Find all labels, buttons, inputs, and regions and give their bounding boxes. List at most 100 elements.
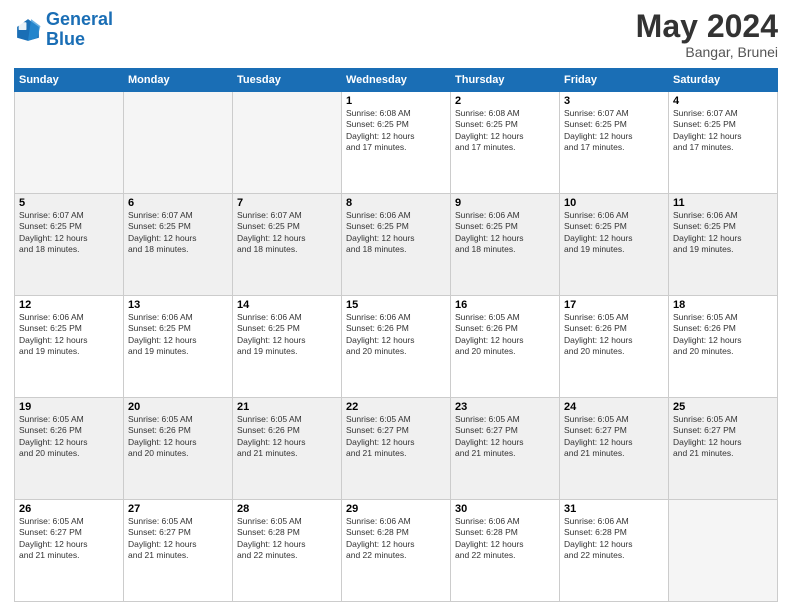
calendar-cell: 3Sunrise: 6:07 AM Sunset: 6:25 PM Daylig…	[560, 92, 669, 194]
day-number: 14	[237, 299, 337, 311]
day-info: Sunrise: 6:06 AM Sunset: 6:26 PM Dayligh…	[346, 312, 446, 358]
day-info: Sunrise: 6:06 AM Sunset: 6:28 PM Dayligh…	[564, 516, 664, 562]
day-number: 27	[128, 503, 228, 515]
day-info: Sunrise: 6:05 AM Sunset: 6:26 PM Dayligh…	[564, 312, 664, 358]
calendar-cell: 7Sunrise: 6:07 AM Sunset: 6:25 PM Daylig…	[233, 194, 342, 296]
day-number: 6	[128, 197, 228, 209]
day-info: Sunrise: 6:05 AM Sunset: 6:26 PM Dayligh…	[237, 414, 337, 460]
day-number: 1	[346, 95, 446, 107]
day-info: Sunrise: 6:06 AM Sunset: 6:28 PM Dayligh…	[455, 516, 555, 562]
day-number: 21	[237, 401, 337, 413]
calendar-cell: 13Sunrise: 6:06 AM Sunset: 6:25 PM Dayli…	[124, 296, 233, 398]
day-number: 7	[237, 197, 337, 209]
calendar-cell: 19Sunrise: 6:05 AM Sunset: 6:26 PM Dayli…	[15, 398, 124, 500]
calendar-cell: 11Sunrise: 6:06 AM Sunset: 6:25 PM Dayli…	[669, 194, 778, 296]
calendar-cell	[233, 92, 342, 194]
calendar-header-wednesday: Wednesday	[342, 69, 451, 92]
calendar-cell	[15, 92, 124, 194]
calendar-header-thursday: Thursday	[451, 69, 560, 92]
day-info: Sunrise: 6:05 AM Sunset: 6:27 PM Dayligh…	[673, 414, 773, 460]
day-info: Sunrise: 6:06 AM Sunset: 6:25 PM Dayligh…	[346, 210, 446, 256]
day-info: Sunrise: 6:06 AM Sunset: 6:25 PM Dayligh…	[128, 312, 228, 358]
day-number: 19	[19, 401, 119, 413]
calendar-cell: 2Sunrise: 6:08 AM Sunset: 6:25 PM Daylig…	[451, 92, 560, 194]
day-info: Sunrise: 6:05 AM Sunset: 6:26 PM Dayligh…	[673, 312, 773, 358]
calendar-cell: 5Sunrise: 6:07 AM Sunset: 6:25 PM Daylig…	[15, 194, 124, 296]
calendar-cell: 8Sunrise: 6:06 AM Sunset: 6:25 PM Daylig…	[342, 194, 451, 296]
day-info: Sunrise: 6:07 AM Sunset: 6:25 PM Dayligh…	[237, 210, 337, 256]
calendar-cell	[669, 500, 778, 602]
page: General Blue May 2024 Bangar, Brunei Sun…	[0, 0, 792, 612]
calendar-week-row: 26Sunrise: 6:05 AM Sunset: 6:27 PM Dayli…	[15, 500, 778, 602]
day-number: 26	[19, 503, 119, 515]
logo: General Blue	[14, 10, 113, 50]
calendar-cell: 4Sunrise: 6:07 AM Sunset: 6:25 PM Daylig…	[669, 92, 778, 194]
day-info: Sunrise: 6:05 AM Sunset: 6:27 PM Dayligh…	[19, 516, 119, 562]
calendar-cell: 28Sunrise: 6:05 AM Sunset: 6:28 PM Dayli…	[233, 500, 342, 602]
header: General Blue May 2024 Bangar, Brunei	[14, 10, 778, 60]
day-number: 9	[455, 197, 555, 209]
day-info: Sunrise: 6:06 AM Sunset: 6:25 PM Dayligh…	[564, 210, 664, 256]
day-info: Sunrise: 6:05 AM Sunset: 6:27 PM Dayligh…	[128, 516, 228, 562]
logo-text: General Blue	[46, 10, 113, 50]
day-info: Sunrise: 6:05 AM Sunset: 6:28 PM Dayligh…	[237, 516, 337, 562]
day-number: 18	[673, 299, 773, 311]
calendar-cell: 9Sunrise: 6:06 AM Sunset: 6:25 PM Daylig…	[451, 194, 560, 296]
day-info: Sunrise: 6:06 AM Sunset: 6:25 PM Dayligh…	[19, 312, 119, 358]
day-info: Sunrise: 6:06 AM Sunset: 6:28 PM Dayligh…	[346, 516, 446, 562]
calendar-cell: 29Sunrise: 6:06 AM Sunset: 6:28 PM Dayli…	[342, 500, 451, 602]
day-number: 28	[237, 503, 337, 515]
logo-icon	[14, 16, 42, 44]
calendar-table: SundayMondayTuesdayWednesdayThursdayFrid…	[14, 68, 778, 602]
day-number: 22	[346, 401, 446, 413]
day-info: Sunrise: 6:07 AM Sunset: 6:25 PM Dayligh…	[128, 210, 228, 256]
calendar-cell: 30Sunrise: 6:06 AM Sunset: 6:28 PM Dayli…	[451, 500, 560, 602]
day-info: Sunrise: 6:06 AM Sunset: 6:25 PM Dayligh…	[455, 210, 555, 256]
calendar-cell: 12Sunrise: 6:06 AM Sunset: 6:25 PM Dayli…	[15, 296, 124, 398]
calendar-cell: 20Sunrise: 6:05 AM Sunset: 6:26 PM Dayli…	[124, 398, 233, 500]
day-number: 11	[673, 197, 773, 209]
day-number: 23	[455, 401, 555, 413]
day-number: 29	[346, 503, 446, 515]
day-number: 20	[128, 401, 228, 413]
calendar-cell: 17Sunrise: 6:05 AM Sunset: 6:26 PM Dayli…	[560, 296, 669, 398]
calendar-header-friday: Friday	[560, 69, 669, 92]
calendar-cell: 26Sunrise: 6:05 AM Sunset: 6:27 PM Dayli…	[15, 500, 124, 602]
day-number: 17	[564, 299, 664, 311]
day-info: Sunrise: 6:07 AM Sunset: 6:25 PM Dayligh…	[19, 210, 119, 256]
day-info: Sunrise: 6:07 AM Sunset: 6:25 PM Dayligh…	[673, 108, 773, 154]
calendar-week-row: 5Sunrise: 6:07 AM Sunset: 6:25 PM Daylig…	[15, 194, 778, 296]
day-info: Sunrise: 6:08 AM Sunset: 6:25 PM Dayligh…	[346, 108, 446, 154]
month-title: May 2024	[636, 10, 778, 42]
day-number: 15	[346, 299, 446, 311]
day-number: 2	[455, 95, 555, 107]
day-info: Sunrise: 6:06 AM Sunset: 6:25 PM Dayligh…	[673, 210, 773, 256]
day-number: 3	[564, 95, 664, 107]
title-block: May 2024 Bangar, Brunei	[636, 10, 778, 60]
day-number: 30	[455, 503, 555, 515]
calendar-header-saturday: Saturday	[669, 69, 778, 92]
day-info: Sunrise: 6:07 AM Sunset: 6:25 PM Dayligh…	[564, 108, 664, 154]
calendar-week-row: 12Sunrise: 6:06 AM Sunset: 6:25 PM Dayli…	[15, 296, 778, 398]
calendar-header-sunday: Sunday	[15, 69, 124, 92]
calendar-header-row: SundayMondayTuesdayWednesdayThursdayFrid…	[15, 69, 778, 92]
day-info: Sunrise: 6:05 AM Sunset: 6:27 PM Dayligh…	[346, 414, 446, 460]
calendar-header-tuesday: Tuesday	[233, 69, 342, 92]
calendar-cell: 24Sunrise: 6:05 AM Sunset: 6:27 PM Dayli…	[560, 398, 669, 500]
calendar-cell: 18Sunrise: 6:05 AM Sunset: 6:26 PM Dayli…	[669, 296, 778, 398]
calendar-cell: 1Sunrise: 6:08 AM Sunset: 6:25 PM Daylig…	[342, 92, 451, 194]
calendar-cell: 16Sunrise: 6:05 AM Sunset: 6:26 PM Dayli…	[451, 296, 560, 398]
calendar-cell: 27Sunrise: 6:05 AM Sunset: 6:27 PM Dayli…	[124, 500, 233, 602]
day-info: Sunrise: 6:05 AM Sunset: 6:26 PM Dayligh…	[455, 312, 555, 358]
day-info: Sunrise: 6:05 AM Sunset: 6:27 PM Dayligh…	[455, 414, 555, 460]
calendar-cell: 10Sunrise: 6:06 AM Sunset: 6:25 PM Dayli…	[560, 194, 669, 296]
day-number: 25	[673, 401, 773, 413]
location: Bangar, Brunei	[636, 44, 778, 60]
day-number: 10	[564, 197, 664, 209]
day-number: 5	[19, 197, 119, 209]
day-info: Sunrise: 6:05 AM Sunset: 6:26 PM Dayligh…	[128, 414, 228, 460]
day-number: 13	[128, 299, 228, 311]
day-info: Sunrise: 6:06 AM Sunset: 6:25 PM Dayligh…	[237, 312, 337, 358]
day-info: Sunrise: 6:08 AM Sunset: 6:25 PM Dayligh…	[455, 108, 555, 154]
day-number: 16	[455, 299, 555, 311]
